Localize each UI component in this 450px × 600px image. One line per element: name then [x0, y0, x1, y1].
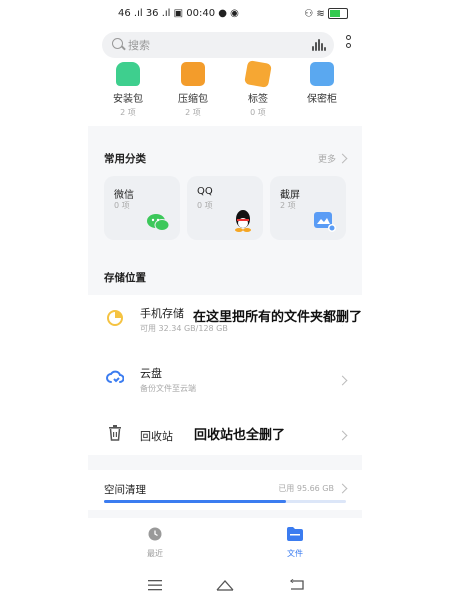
phone-storage-annotation: 在这里把所有的文件夹都删了	[193, 306, 362, 325]
chevron-right-icon	[337, 483, 348, 494]
menu-icon[interactable]	[148, 576, 162, 595]
card-count: 2 项	[280, 201, 296, 210]
phone-screen: 46 .ıl 36 .ıl ▣ 00:40 ● ◉ ⚇ ≋ 搜索 安装包 2 项	[88, 0, 362, 600]
space-progress	[104, 500, 346, 503]
card-screenshot[interactable]: 截屏 2 项	[270, 176, 346, 240]
space-clean-label: 空间清理	[104, 484, 146, 496]
category-label: 保密柜	[307, 94, 337, 105]
space-used: 已用 95.66 GB	[278, 484, 334, 493]
tab-label: 最近	[147, 549, 163, 558]
card-count: 0 项	[197, 201, 213, 210]
android-icon	[116, 62, 140, 86]
bottom-nav: 最近 文件	[88, 518, 362, 568]
cloud-icon	[106, 370, 124, 383]
tab-files[interactable]: 文件	[275, 526, 315, 559]
more-options-icon[interactable]	[346, 35, 352, 51]
category-label: 安装包	[113, 94, 143, 105]
status-icons: ⚇ ≋	[304, 8, 325, 20]
trash-icon	[109, 425, 121, 441]
common-title: 常用分类	[104, 153, 146, 165]
pie-chart-icon	[107, 310, 123, 326]
battery-icon	[328, 8, 348, 19]
tab-recent[interactable]: 最近	[135, 526, 175, 559]
space-progress-fill	[104, 500, 286, 503]
folder-icon	[287, 527, 303, 541]
card-wechat[interactable]: 微信 0 项	[104, 176, 180, 240]
common-cards: 微信 0 项 QQ 0 项 截屏 2 项	[104, 176, 346, 240]
tab-label: 文件	[287, 549, 303, 558]
search-row: 搜索	[88, 30, 362, 60]
cloud-sub: 备份文件至云端	[140, 384, 196, 393]
status-right: ⚇ ≋	[304, 8, 348, 20]
category-count: 0 项	[250, 108, 266, 117]
trash-annotation: 回收站也全删了	[194, 424, 286, 443]
storage-title: 存储位置	[104, 272, 146, 284]
clock-icon	[148, 527, 162, 541]
category-label: 标签	[248, 94, 268, 105]
screenshot-icon	[314, 212, 336, 232]
card-label: QQ	[197, 186, 213, 197]
more-link[interactable]: 更多	[318, 152, 336, 165]
chevron-right-icon	[337, 430, 348, 441]
category-label: 压缩包	[178, 94, 208, 105]
search-placeholder: 搜索	[128, 39, 150, 52]
system-nav	[88, 568, 362, 600]
category-tag[interactable]: 标签 0 项	[228, 60, 288, 118]
archive-icon	[181, 62, 205, 86]
trash-label: 回收站	[140, 430, 173, 443]
card-label: 微信	[114, 190, 134, 201]
card-label: 截屏	[280, 190, 300, 201]
qq-icon	[235, 210, 251, 232]
category-count: 2 项	[120, 108, 136, 117]
category-count: 2 项	[185, 108, 201, 117]
category-archive[interactable]: 压缩包 2 项	[163, 60, 223, 118]
status-bar: 46 .ıl 36 .ıl ▣ 00:40 ● ◉ ⚇ ≋	[88, 0, 362, 30]
chevron-right-icon	[337, 375, 348, 386]
home-icon[interactable]	[216, 576, 234, 595]
search-input[interactable]: 搜索	[102, 32, 334, 58]
top-categories: 安装包 2 项 压缩包 2 项 标签 0 项 保密柜	[88, 60, 362, 126]
category-safe[interactable]: 保密柜	[292, 60, 352, 105]
wechat-icon	[147, 214, 170, 231]
row-cloud[interactable]: 云盘 备份文件至云端	[88, 355, 362, 405]
status-left: 46 .ıl 36 .ıl ▣ 00:40 ● ◉	[118, 8, 239, 19]
cloud-label: 云盘	[140, 367, 162, 380]
search-icon	[112, 38, 123, 49]
card-count: 0 项	[114, 201, 130, 210]
tag-icon	[244, 60, 272, 88]
category-apk[interactable]: 安装包 2 项	[98, 60, 158, 118]
voice-icon[interactable]	[312, 39, 326, 51]
chevron-right-icon[interactable]	[337, 153, 348, 164]
space-clean[interactable]: 空间清理 已用 95.66 GB	[88, 470, 362, 510]
phone-storage-label: 手机存储	[140, 307, 184, 320]
safe-icon	[310, 62, 334, 86]
card-qq[interactable]: QQ 0 项	[187, 176, 263, 240]
back-icon[interactable]	[289, 576, 304, 595]
